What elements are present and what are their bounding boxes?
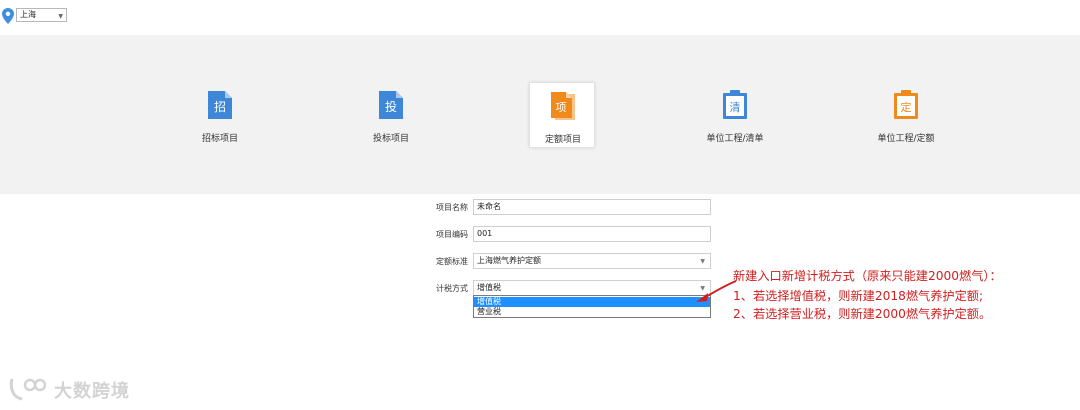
- tax-method-select[interactable]: 增值税 ▼: [473, 280, 711, 296]
- tax-method-dropdown: 增值税 营业税: [473, 295, 711, 318]
- annotation-arrow-icon: [696, 280, 737, 302]
- watermark-logo-icon: [9, 378, 47, 401]
- bill-list-icon: 清: [723, 90, 747, 119]
- project-name-input[interactable]: 未命名: [473, 199, 711, 215]
- quota-standard-select[interactable]: 上海燃气养护定额 ▼: [473, 253, 711, 269]
- tile-label: 单位工程/定额: [877, 134, 935, 144]
- chevron-down-icon: ▼: [700, 258, 705, 265]
- watermark-text: 大数跨境: [54, 381, 130, 402]
- annotation-line-3: 2、若选择营业税，则新建2000燃气养护定额。: [733, 307, 992, 321]
- tile-label: 投标项目: [372, 134, 409, 144]
- project-name-label: 项目名称: [436, 203, 468, 212]
- bill-icon-glyph: 清: [730, 101, 741, 114]
- tax-option-vat[interactable]: 增值税: [474, 297, 710, 307]
- region-select[interactable]: 上海 ▼: [16, 8, 67, 22]
- project-code-label: 项目编码: [436, 230, 468, 239]
- tile-tender-project[interactable]: 招 招标项目: [187, 82, 253, 148]
- annotation-line-2: 1、若选择增值税，则新建2018燃气养护定额;: [733, 289, 984, 303]
- tender-document-icon: 招: [208, 91, 232, 119]
- quota-icon-glyph: 项: [556, 101, 567, 114]
- bid-icon-glyph: 投: [385, 99, 397, 114]
- tax-option-business[interactable]: 营业税: [474, 307, 710, 317]
- tax-method-value: 增值税: [477, 283, 501, 292]
- project-code-input[interactable]: 001: [473, 226, 711, 242]
- unit-quota-icon: 定: [894, 90, 918, 119]
- quota-standard-label: 定额标准: [436, 257, 468, 266]
- annotation-line-1: 新建入口新增计税方式（原来只能建2000燃气）：: [733, 269, 1002, 283]
- tile-bid-project[interactable]: 投 投标项目: [358, 82, 424, 148]
- region-select-value: 上海: [20, 10, 36, 19]
- tile-unit-quota[interactable]: 定 单位工程/定额: [873, 82, 939, 148]
- unit-quota-icon-glyph: 定: [901, 100, 912, 114]
- tile-quota-project[interactable]: 项 定额项目: [529, 82, 595, 148]
- tile-label: 定额项目: [544, 135, 581, 145]
- chevron-down-icon: ▼: [58, 13, 63, 20]
- location-pin-icon: [2, 8, 14, 24]
- tile-label: 单位工程/清单: [706, 134, 764, 144]
- quota-standard-value: 上海燃气养护定额: [477, 256, 541, 265]
- bid-document-icon: 投: [379, 91, 403, 119]
- watermark: 大数跨境: [8, 375, 158, 403]
- tile-label: 招标项目: [201, 134, 238, 144]
- tax-method-label: 计税方式: [436, 284, 468, 293]
- tile-unit-bill[interactable]: 清 单位工程/清单: [702, 82, 768, 148]
- tender-icon-glyph: 招: [214, 100, 226, 114]
- quota-project-icon: 项: [551, 92, 575, 120]
